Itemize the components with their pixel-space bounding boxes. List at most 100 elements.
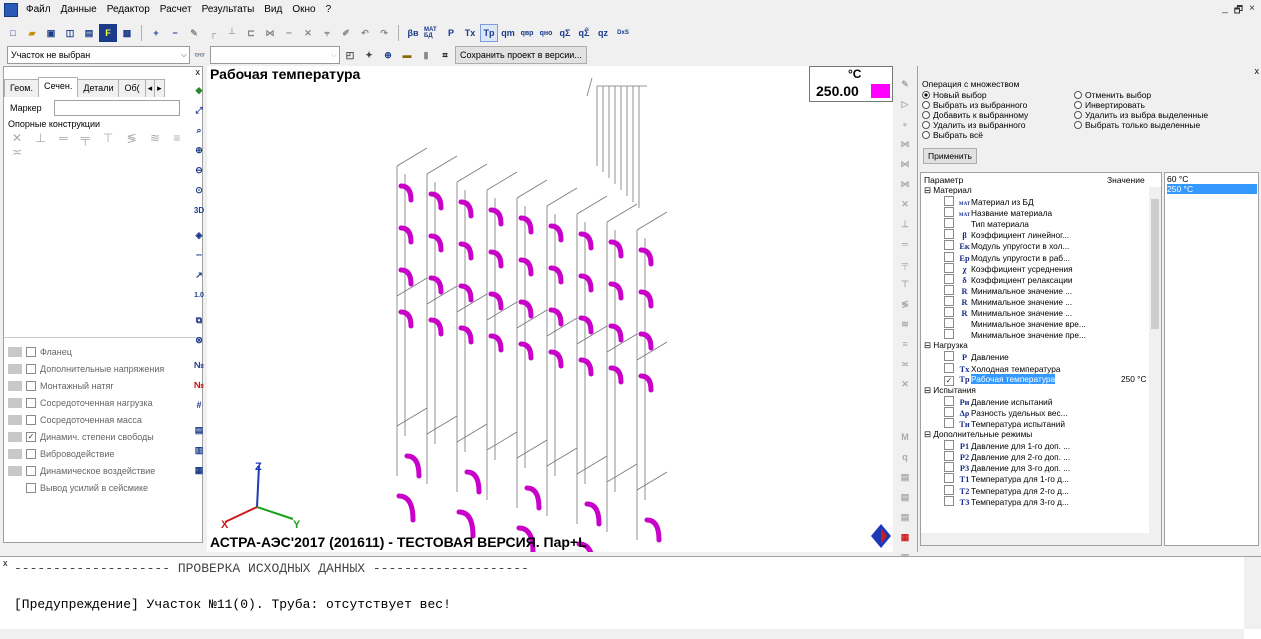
fr-icon[interactable]: F xyxy=(99,24,117,42)
layers-icon[interactable]: ▤ xyxy=(190,421,208,439)
window-icon[interactable]: ◫ xyxy=(61,24,79,42)
guide-icon[interactable]: ═ xyxy=(896,235,914,253)
tab-geometry[interactable]: Геом. xyxy=(4,79,39,97)
q-icon[interactable]: q xyxy=(896,448,914,466)
param-checkbox[interactable] xyxy=(944,362,954,373)
tree-param-row[interactable]: T2 Температура для 2-го д... xyxy=(924,484,1149,496)
reducer-icon[interactable]: ⊏ xyxy=(242,24,260,42)
menu-help[interactable]: ? xyxy=(321,0,337,20)
pencil-icon[interactable]: ✎ xyxy=(896,75,914,93)
axis-icon[interactable]: ↗ xyxy=(190,266,208,284)
tab-section[interactable]: Сечен. xyxy=(37,77,79,97)
layer-checkbox[interactable]: ✓ xyxy=(26,431,36,442)
list-icon[interactable]: ▦ xyxy=(190,461,208,479)
hanger-icon[interactable]: ╤ xyxy=(896,255,914,273)
merge-icon[interactable]: ⋈ xyxy=(896,175,914,193)
minimize-button[interactable]: _ xyxy=(1222,3,1228,20)
param-checkbox[interactable] xyxy=(944,484,954,495)
param-checkbox[interactable] xyxy=(944,495,954,506)
param-checkbox[interactable] xyxy=(944,395,954,406)
dim-line-icon[interactable]: ┄ xyxy=(190,246,208,264)
tree-scrollbar[interactable] xyxy=(1149,187,1161,533)
param-checkbox[interactable] xyxy=(944,284,954,295)
section-combo[interactable]: Участок не выбран ⌵ xyxy=(7,46,190,64)
tree-group[interactable]: ⊟ Материал xyxy=(924,185,1149,196)
node-icon[interactable]: ⊕ xyxy=(379,46,397,64)
param-checkbox[interactable] xyxy=(944,318,954,329)
nodes-icon[interactable]: ⊗ xyxy=(190,331,208,349)
delete-icon[interactable]: ✕ xyxy=(896,375,914,393)
app-icon[interactable] xyxy=(4,3,18,17)
layer-row[interactable]: ✓ Динамич. степени свободы xyxy=(8,428,164,445)
radio-button[interactable] xyxy=(1074,111,1082,119)
layer-row[interactable]: Дополнительные напряжения xyxy=(8,360,164,377)
radio-button[interactable] xyxy=(922,101,930,109)
param-checkbox[interactable] xyxy=(944,273,954,284)
tree-param-row[interactable]: T3 Температура для 3-го д... xyxy=(924,495,1149,507)
dotted-icon[interactable]: ┈ xyxy=(280,24,298,42)
radio-button[interactable] xyxy=(922,91,930,99)
expand-icon[interactable]: ⊟ xyxy=(924,385,933,395)
zoom-extents-icon[interactable]: ⤢ xyxy=(190,101,208,119)
close-icon[interactable]: x xyxy=(196,67,201,77)
monitor-icon[interactable]: ▩ xyxy=(118,24,136,42)
layer-checkbox[interactable] xyxy=(26,380,36,391)
param-checkbox[interactable] xyxy=(944,229,954,240)
tree-param-row[interactable]: Tx Холодная температура xyxy=(924,362,1149,374)
param-checkbox[interactable] xyxy=(944,417,954,428)
zoom-out-icon[interactable]: ⊖ xyxy=(190,161,208,179)
param-checkbox[interactable] xyxy=(944,307,954,318)
zoom-window-icon[interactable]: ⌕ xyxy=(190,121,208,139)
param-checkbox[interactable] xyxy=(944,262,954,273)
tree-param-row[interactable]: МАТНазвание материала xyxy=(924,207,1149,218)
menu-data[interactable]: Данные xyxy=(56,0,102,20)
menu-editor[interactable]: Редактор xyxy=(102,0,155,20)
spring-icon[interactable]: ≶ xyxy=(896,295,914,313)
tree-param-row[interactable]: β Коэффициент линейног... xyxy=(924,229,1149,240)
radio-button[interactable] xyxy=(922,111,930,119)
qno-icon[interactable]: qно xyxy=(537,24,555,42)
menu-calc[interactable]: Расчет xyxy=(155,0,197,20)
model-canvas[interactable]: Рабочая температура °C 250.00 Z X Y АСТР… xyxy=(207,66,893,552)
tree-param-row[interactable]: Минимальное значение вре... xyxy=(924,318,1149,329)
radio-button[interactable] xyxy=(922,121,930,129)
layer-row[interactable]: Виброводействие xyxy=(8,445,164,462)
qm-icon[interactable]: qm xyxy=(499,24,517,42)
select-node-icon[interactable]: ◈ xyxy=(190,226,208,244)
tree-param-row[interactable]: EкМодуль упругости в хол... xyxy=(924,240,1149,251)
pressure-icon[interactable]: P xyxy=(442,24,460,42)
cold-temp-icon[interactable]: Tx xyxy=(461,24,479,42)
tree-group[interactable]: ⊟ Нагрузка xyxy=(924,340,1149,351)
cross-icon[interactable]: ✕ xyxy=(299,24,317,42)
param-checkbox[interactable] xyxy=(944,351,954,362)
operation-radio[interactable]: Удалить из выбранного xyxy=(922,120,1028,130)
select-icon[interactable]: ◰ xyxy=(341,46,359,64)
view-icon[interactable]: ◆ xyxy=(190,81,208,99)
tab-details[interactable]: Детали xyxy=(77,79,120,97)
param-checkbox[interactable] xyxy=(944,329,954,340)
param-checkbox[interactable] xyxy=(944,196,954,207)
operation-radio[interactable]: Добавить к выбранному xyxy=(922,110,1028,120)
param-checkbox[interactable] xyxy=(944,295,954,306)
qvr-icon[interactable]: qвр xyxy=(518,24,536,42)
report-icon[interactable]: ▤ xyxy=(80,24,98,42)
param-checkbox[interactable] xyxy=(944,207,954,218)
tree-param-row[interactable]: P1 Давление для 1-го доп. ... xyxy=(924,440,1149,451)
layer-row[interactable]: Сосредоточенная масса xyxy=(8,411,164,428)
dxs-icon[interactable]: DxS xyxy=(613,24,633,42)
param-checkbox[interactable] xyxy=(944,406,954,417)
dots-icon[interactable]: ∘ xyxy=(896,115,914,133)
tree-param-row[interactable]: МАТМатериал из БД xyxy=(924,196,1149,207)
param-checkbox[interactable] xyxy=(944,240,954,251)
restraint-icon[interactable]: ≍ xyxy=(896,355,914,373)
value-item[interactable]: 60 °C xyxy=(1167,174,1257,184)
layer-row[interactable]: Динамическое воздействие xyxy=(8,462,164,479)
elbow-icon[interactable]: ┌ xyxy=(204,24,222,42)
damper-icon[interactable]: ≋ xyxy=(896,315,914,333)
operation-radio[interactable]: Новый выбор xyxy=(922,90,1028,100)
layer-row[interactable]: Сосредоточенная нагрузка xyxy=(8,394,164,411)
bar-icon[interactable]: ▮ xyxy=(417,46,435,64)
list3-icon[interactable]: ▤ xyxy=(896,508,914,526)
expand-icon[interactable]: ⊟ xyxy=(924,185,933,195)
layer-checkbox[interactable] xyxy=(26,482,36,493)
